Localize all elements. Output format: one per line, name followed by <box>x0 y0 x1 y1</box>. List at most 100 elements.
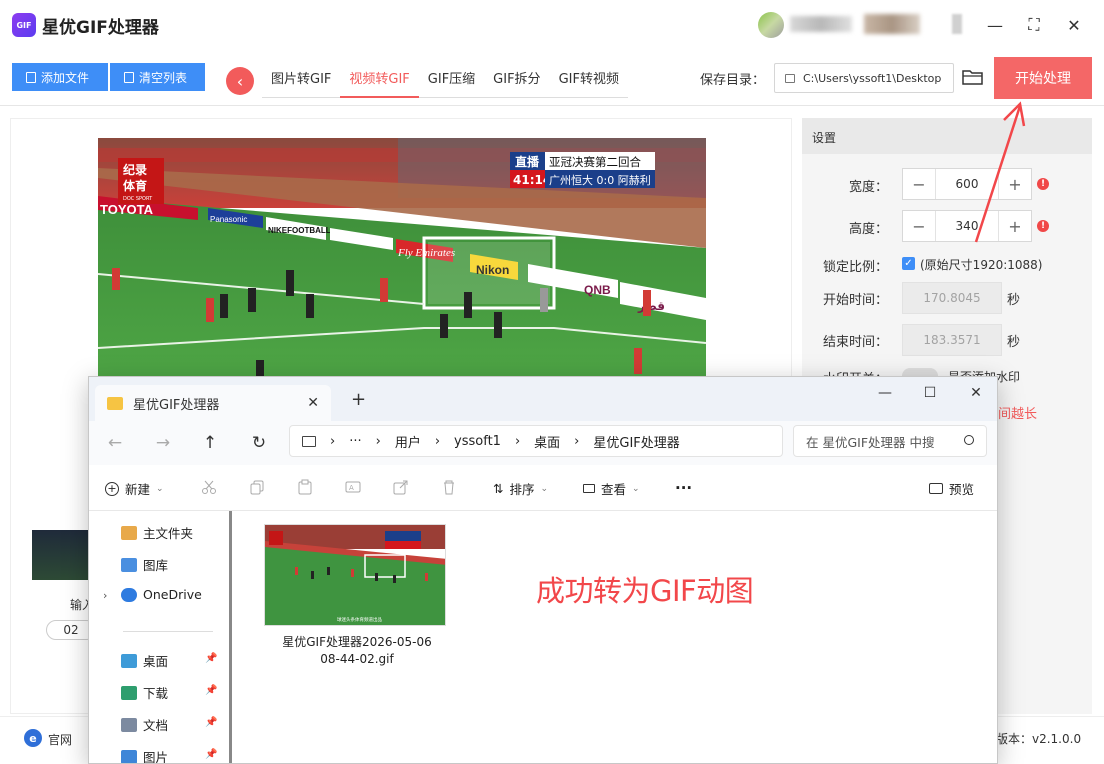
gif-file-thumbnail[interactable]: 球迷头条体育频道出品 <box>264 524 446 626</box>
live-badge: 直播 <box>515 154 540 169</box>
new-label: 新建 <box>125 482 151 497</box>
search-icon <box>964 435 974 445</box>
explorer-search-input[interactable]: 在 星优GIF处理器 中搜 <box>793 425 987 457</box>
back-button[interactable]: ‹ <box>226 67 254 95</box>
share-icon[interactable] <box>393 479 409 495</box>
sidebar-item-pictures[interactable]: 图片 <box>121 747 169 764</box>
gif-caption: 球迷头条体育频道出品 <box>337 616 382 623</box>
blurred-username <box>790 16 852 32</box>
plus-icon: + <box>105 481 119 496</box>
pin-icon[interactable]: 📌 <box>205 717 217 728</box>
mode-tabs: 图片转GIF 视频转GIF GIF压缩 GIF拆分 GIF转视频 <box>262 62 628 98</box>
cloud-icon <box>121 587 137 602</box>
explorer-maximize-button[interactable]: ☐ <box>918 381 942 405</box>
tab-gif-compress[interactable]: GIF压缩 <box>419 62 484 98</box>
sidebar-item-documents[interactable]: 文档 <box>121 715 168 734</box>
sort-button[interactable]: ⇅ 排序 ⌄ <box>493 479 548 498</box>
explorer-close-button[interactable]: ✕ <box>964 381 988 405</box>
tab-video-to-gif[interactable]: 视频转GIF <box>340 62 419 98</box>
forward-arrow-icon[interactable]: → <box>151 431 175 455</box>
maximize-button[interactable]: ⛶ <box>1023 14 1045 36</box>
expand-chevron-icon[interactable]: › <box>103 589 107 602</box>
tab-image-to-gif[interactable]: 图片转GIF <box>262 62 340 98</box>
preview-pane-button[interactable]: 预览 <box>929 479 974 498</box>
video-preview[interactable]: TOYOTA Panasonic NIKEFOOTBALL Fly Emirat… <box>98 138 706 378</box>
blurred-info <box>864 14 920 34</box>
sidebar-item-downloads[interactable]: 下载 <box>121 683 168 702</box>
refresh-icon[interactable]: ↻ <box>247 431 271 455</box>
breadcrumb-desktop[interactable]: 桌面 <box>534 432 560 451</box>
minimize-button[interactable]: — <box>984 14 1006 36</box>
open-folder-icon[interactable] <box>962 68 984 86</box>
pin-icon[interactable]: 📌 <box>205 749 217 760</box>
clear-list-button[interactable]: 清空列表 <box>110 63 205 91</box>
blurred-menu-icon[interactable] <box>952 14 962 34</box>
breadcrumb-sep: › <box>375 433 381 449</box>
paste-icon[interactable] <box>297 479 313 495</box>
more-options-button[interactable]: ··· <box>675 479 692 497</box>
add-files-button[interactable]: 添加文件 <box>12 63 108 91</box>
sidebar-item-home[interactable]: 主文件夹 <box>121 523 193 542</box>
avatar[interactable] <box>758 12 784 38</box>
channel-logo-line2: 体育 <box>123 178 147 193</box>
tab-gif-to-video[interactable]: GIF转视频 <box>550 62 628 98</box>
sidebar-item-onedrive[interactable]: OneDrive <box>121 587 202 602</box>
sidebar-item-label: 图库 <box>143 558 169 573</box>
sidebar-item-desktop[interactable]: 桌面 <box>121 651 168 670</box>
breadcrumb-sep: › <box>514 433 521 449</box>
save-dir-field[interactable]: C:\Users\yssoft1\Desktop <box>774 63 954 93</box>
tab-gif-split[interactable]: GIF拆分 <box>484 62 549 98</box>
app-title: 星优GIF处理器 <box>42 18 159 38</box>
sidebar-scrollbar[interactable] <box>229 511 232 763</box>
download-icon <box>121 685 137 700</box>
lock-ratio-checkbox[interactable]: ✓ <box>902 257 915 270</box>
pin-icon[interactable]: 📌 <box>205 653 217 664</box>
address-bar[interactable]: › ··· › 用户 › yssoft1 › 桌面 › 星优GIF处理器 <box>289 425 783 457</box>
pin-icon[interactable]: 📌 <box>205 685 217 696</box>
copy-icon[interactable] <box>249 479 265 495</box>
breadcrumb-overflow[interactable]: ··· <box>349 434 361 449</box>
new-button[interactable]: + 新建 ⌄ <box>105 479 164 498</box>
file-thumbnail[interactable] <box>32 530 88 580</box>
breadcrumb-users[interactable]: 用户 <box>395 432 421 451</box>
view-button[interactable]: 查看 ⌄ <box>583 479 640 498</box>
up-arrow-icon[interactable]: ↑ <box>198 431 222 455</box>
breadcrumb-user[interactable]: yssoft1 <box>454 434 501 449</box>
start-time-input[interactable]: 170.8045 <box>902 282 1002 314</box>
rename-icon[interactable]: A <box>345 479 361 495</box>
soccer-video-frame: TOYOTA Panasonic NIKEFOOTBALL Fly Emirat… <box>98 138 706 378</box>
sidebar-divider <box>123 631 213 632</box>
cut-icon[interactable] <box>201 479 217 495</box>
back-arrow-icon[interactable]: ← <box>103 431 127 455</box>
width-decrement-button[interactable]: − <box>903 169 935 199</box>
explorer-minimize-button[interactable]: — <box>873 381 897 405</box>
ad-nike: NIKEFOOTBALL <box>268 226 331 235</box>
pictures-icon <box>121 749 137 763</box>
new-tab-button[interactable]: + <box>351 389 366 410</box>
view-icon <box>583 484 595 493</box>
lock-ratio-label: 锁定比例： <box>822 260 888 275</box>
end-time-input[interactable]: 183.3571 <box>902 324 1002 356</box>
sidebar-item-label: 图片 <box>143 750 169 764</box>
explorer-command-bar: + 新建 ⌄ A ⇅ 排序 ⌄ 查看 ⌄ ··· 预览 <box>89 465 997 511</box>
website-link[interactable]: 官网 <box>48 731 72 748</box>
breadcrumb-current[interactable]: 星优GIF处理器 <box>593 432 679 451</box>
height-decrement-button[interactable]: − <box>903 211 935 241</box>
desktop-icon <box>121 653 137 668</box>
user-account-area[interactable] <box>756 10 966 40</box>
explorer-tab[interactable]: 星优GIF处理器 ✕ <box>95 385 331 421</box>
file-icon <box>26 71 36 83</box>
height-label: 高度： <box>848 222 888 237</box>
sort-label: 排序 <box>509 482 535 497</box>
app-logo-icon: GIF <box>12 13 36 37</box>
gif-file-name[interactable]: 星优GIF处理器2026-05-06 08-44-02.gif <box>272 634 442 668</box>
search-placeholder: 在 星优GIF处理器 中搜 <box>806 434 935 450</box>
preview-label: 预览 <box>949 482 975 497</box>
svg-text:A: A <box>349 484 354 492</box>
delete-icon[interactable] <box>441 479 457 495</box>
tab-close-icon[interactable]: ✕ <box>307 395 319 411</box>
sidebar-item-gallery[interactable]: 图库 <box>121 555 168 574</box>
sidebar-item-label: 主文件夹 <box>143 526 194 541</box>
close-button[interactable]: ✕ <box>1063 14 1085 36</box>
website-icon[interactable]: e <box>24 729 42 747</box>
